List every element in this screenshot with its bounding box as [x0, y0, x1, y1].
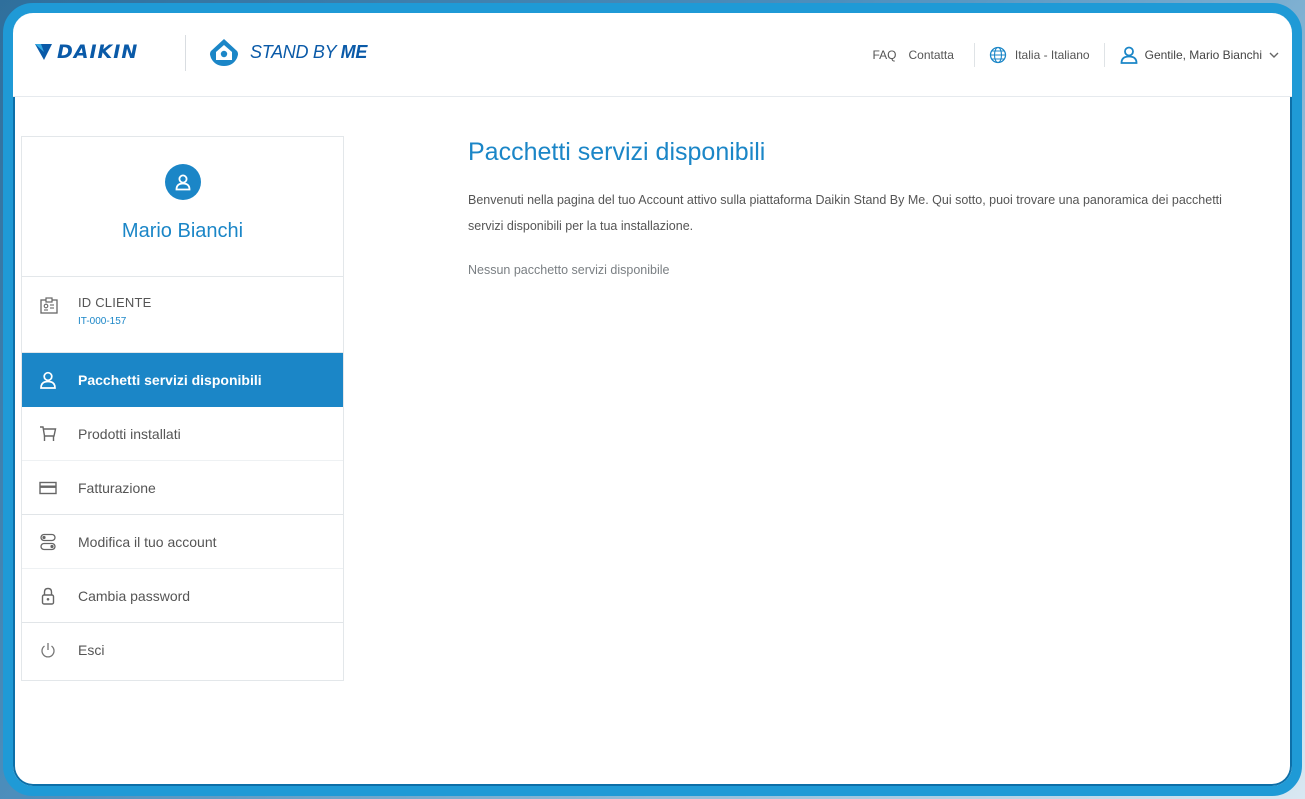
empty-state-message: Nessun pacchetto servizi disponibile [468, 263, 670, 277]
sidebar-item-service-packages[interactable]: Pacchetti servizi disponibili [22, 353, 343, 407]
sidebar-item-installed-products[interactable]: Prodotti installati [22, 407, 343, 461]
profile-card: Mario Bianchi [22, 137, 343, 277]
contact-link[interactable]: Contatta [909, 48, 954, 62]
settings-toggle-icon [40, 533, 56, 550]
sidebar-item-label: Fatturazione [78, 479, 156, 496]
sidebar-item-change-password[interactable]: Cambia password [22, 569, 343, 623]
daikin-logo[interactable]: DAIKIN [33, 41, 138, 63]
language-selector[interactable]: Italia - Italiano [1015, 48, 1090, 62]
sidebar-item-label: Pacchetti servizi disponibili [78, 372, 262, 388]
sidebar-item-logout[interactable]: Esci [22, 623, 343, 677]
top-header: DAIKIN STAND BY ME FAQ Contatta Italia -… [13, 13, 1292, 97]
account-sidebar: Mario Bianchi ID CLIENTE IT-000-157 Pacc… [21, 136, 344, 681]
sidebar-item-edit-account[interactable]: Modifica il tuo account [22, 515, 343, 569]
user-icon [1120, 46, 1138, 64]
lock-icon [41, 587, 55, 605]
globe-icon [989, 46, 1007, 64]
stand-by-me-logo[interactable]: STAND BY ME [208, 35, 367, 69]
nav-divider [973, 43, 975, 67]
header-nav: FAQ Contatta Italia - Italiano Gentile, … [867, 43, 1281, 67]
house-icon [210, 39, 238, 66]
stand-by-me-text: STAND BY ME [250, 42, 367, 63]
client-id-value: IT-000-157 [78, 316, 127, 327]
daikin-logo-icon [35, 44, 52, 60]
sidebar-item-label: Modifica il tuo account [78, 533, 217, 550]
sidebar-item-label: Cambia password [78, 587, 191, 604]
avatar [164, 164, 201, 200]
user-icon [40, 371, 56, 389]
product-name-bold: ME [340, 41, 368, 62]
cart-icon [40, 425, 57, 441]
profile-name: Mario Bianchi [121, 220, 244, 242]
credit-card-icon [39, 481, 57, 494]
intro-text: Benvenuti nella pagina del tuo Account a… [468, 193, 1222, 233]
user-menu[interactable]: Gentile, Mario Bianchi [1145, 48, 1262, 62]
chevron-down-icon[interactable] [1268, 49, 1280, 61]
id-card-icon [40, 297, 58, 314]
sidebar-item-billing[interactable]: Fatturazione [22, 461, 343, 515]
daikin-logo-text: DAIKIN [57, 41, 139, 63]
main-content: Pacchetti servizi disponibili Benvenuti … [468, 138, 1268, 277]
client-id-section: ID CLIENTE IT-000-157 [22, 277, 343, 353]
logo-divider [185, 35, 186, 71]
app-window: DAIKIN STAND BY ME FAQ Contatta Italia -… [3, 3, 1302, 796]
avatar-user-icon [175, 174, 190, 191]
nav-divider-2 [1103, 43, 1105, 67]
sidebar-item-label: Esci [78, 642, 105, 658]
sidebar-item-label: Prodotti installati [78, 425, 181, 442]
page-title: Pacchetti servizi disponibili [468, 138, 766, 166]
client-id-label: ID CLIENTE [78, 295, 152, 310]
faq-link[interactable]: FAQ [873, 48, 897, 62]
product-name-light: STAND BY [250, 41, 341, 62]
power-icon [41, 643, 55, 658]
